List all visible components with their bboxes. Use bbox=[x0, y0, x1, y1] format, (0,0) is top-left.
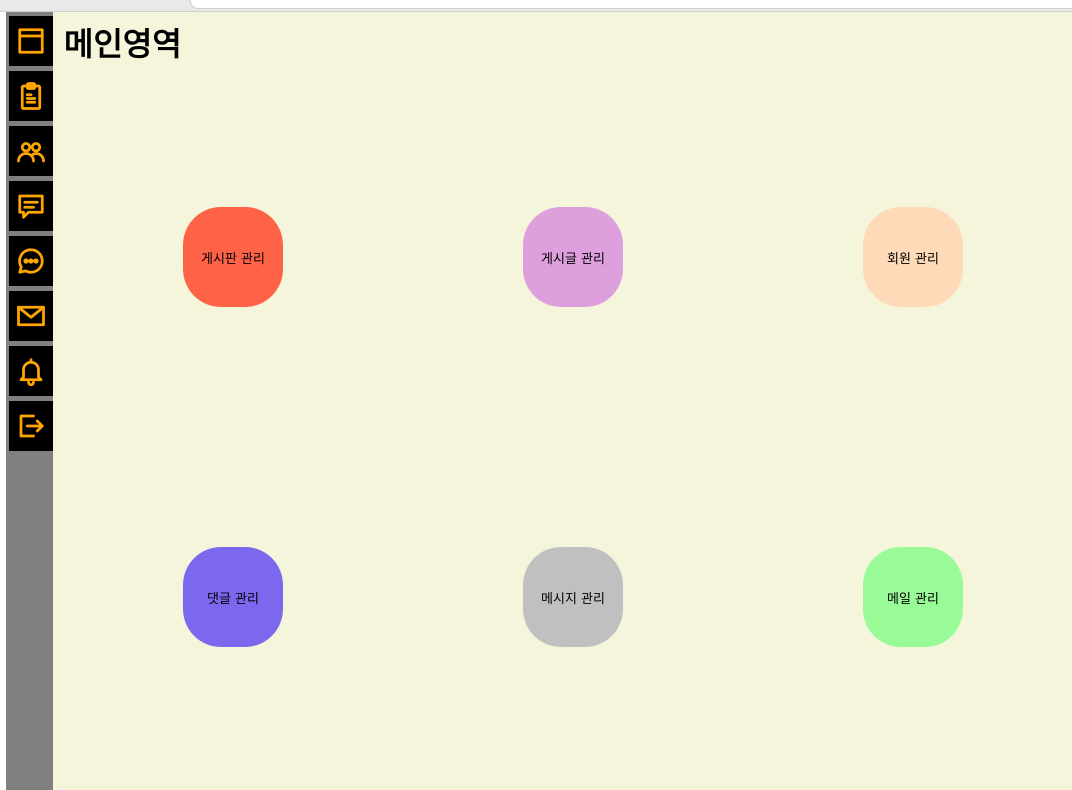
chat-bubble-dots-icon bbox=[18, 248, 44, 274]
sidebar-item-layout[interactable] bbox=[9, 16, 53, 66]
member-management-tile[interactable]: 회원 관리 bbox=[863, 207, 963, 307]
post-management-tile[interactable]: 게시글 관리 bbox=[523, 207, 623, 307]
tile-label: 게시글 관리 bbox=[541, 251, 605, 267]
sidebar-item-mail[interactable] bbox=[9, 291, 53, 341]
sidebar bbox=[6, 12, 53, 790]
sidebar-item-comments[interactable] bbox=[9, 181, 53, 231]
users-icon bbox=[17, 142, 45, 163]
logout-icon bbox=[19, 414, 44, 438]
clipboard-icon bbox=[20, 82, 42, 110]
tile-label: 메일 관리 bbox=[887, 591, 939, 607]
message-management-tile[interactable]: 메시지 관리 bbox=[523, 547, 623, 647]
message-square-icon bbox=[18, 194, 44, 219]
main-area: 메인영역 게시판 관리 게시글 관리 회원 관리 댓글 관리 메시지 관리 메일… bbox=[53, 12, 1072, 790]
tile-label: 회원 관리 bbox=[887, 251, 939, 267]
layout-icon bbox=[18, 28, 44, 54]
browser-tab-strip bbox=[0, 0, 1072, 12]
comment-management-tile[interactable]: 댓글 관리 bbox=[183, 547, 283, 647]
tile-label: 게시판 관리 bbox=[201, 251, 265, 267]
board-management-tile[interactable]: 게시판 관리 bbox=[183, 207, 283, 307]
tile-label: 메시지 관리 bbox=[541, 591, 605, 607]
sidebar-item-notifications[interactable] bbox=[9, 346, 53, 396]
browser-address-bar-edge bbox=[190, 0, 1072, 9]
bell-icon bbox=[19, 358, 43, 386]
page-title: 메인영역 bbox=[64, 25, 182, 63]
sidebar-item-messages[interactable] bbox=[9, 236, 53, 286]
tile-label: 댓글 관리 bbox=[207, 591, 259, 607]
mail-management-tile[interactable]: 메일 관리 bbox=[863, 547, 963, 647]
sidebar-item-board[interactable] bbox=[9, 71, 53, 121]
sidebar-item-logout[interactable] bbox=[9, 401, 53, 451]
sidebar-item-members[interactable] bbox=[9, 126, 53, 176]
mail-icon bbox=[17, 305, 45, 327]
